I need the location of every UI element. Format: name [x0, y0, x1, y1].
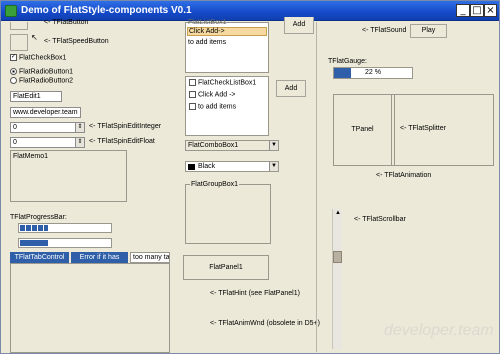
- tpanel: TPanel: [351, 126, 374, 133]
- flat-groupbox: FlatGroupBox1: [185, 181, 271, 244]
- maximize-button[interactable]: □: [470, 4, 484, 17]
- flat-panel-1: FlatPanel1: [183, 255, 269, 280]
- combo-value: FlatComboBox1: [188, 142, 239, 149]
- flat-memo[interactable]: FlatMemo1: [10, 150, 127, 202]
- animwnd-caption: <- TFlatAnimWnd (obsolete in D5+): [210, 320, 320, 327]
- checkbox-icon: [189, 103, 196, 110]
- listbox-item[interactable]: to add items: [188, 39, 226, 46]
- color-swatch-icon: [188, 164, 195, 170]
- flat-button[interactable]: [10, 22, 28, 30]
- flat-radio-2[interactable]: FlatRadioButton2: [10, 77, 73, 84]
- flat-combobox[interactable]: FlatComboBox1 ▼: [185, 140, 279, 151]
- flatbutton-caption: <- TFlatButton: [44, 19, 89, 26]
- checkbox-icon: [189, 91, 196, 98]
- checkbox-label: FlatCheckBox1: [18, 54, 67, 62]
- app-icon: [5, 5, 17, 17]
- add-checklist-button[interactable]: Add: [276, 80, 306, 97]
- scrollbar-caption: <- TFlatScrollbar: [354, 216, 406, 223]
- arrow-up-icon[interactable]: ▲: [335, 210, 341, 216]
- hint-caption: <- TFlatHint (see FlatPanel1): [210, 290, 300, 297]
- radio-empty-icon: [10, 77, 17, 84]
- radio2-label: FlatRadioButton2: [18, 77, 74, 85]
- main-window: Demo of FlatStyle-components V0.1 _ □ × …: [0, 0, 500, 354]
- spin-int-value: 0: [13, 124, 17, 131]
- spin-int-caption: <- TFlatSpinEditInteger: [89, 123, 162, 130]
- column-divider: [316, 22, 317, 352]
- spin-arrows-icon[interactable]: ⇕: [75, 138, 84, 147]
- groupbox-caption: FlatGroupBox1: [190, 181, 240, 188]
- tab-flat-tab-control[interactable]: TFlatTabControl: [10, 252, 69, 263]
- checkbox-check-icon: ✓: [10, 54, 17, 61]
- chevron-down-icon[interactable]: ▼: [269, 141, 278, 150]
- chevron-down-icon[interactable]: ▼: [269, 162, 278, 171]
- checklist-item-3[interactable]: to add items: [189, 103, 236, 110]
- watermark: developer.team: [384, 322, 494, 339]
- window-title: Demo of FlatStyle-components V0.1: [21, 5, 192, 16]
- scrollbar-thumb[interactable]: [333, 251, 342, 263]
- radio-selected-icon: [10, 68, 17, 75]
- spin-edit-integer[interactable]: 0 ⇕: [10, 122, 85, 133]
- memo-text: FlatMemo1: [13, 153, 49, 160]
- spin-float-caption: <- TFlatSpinEditFloat: [89, 138, 155, 145]
- title-bar[interactable]: Demo of FlatStyle-components V0.1 _ □ ×: [1, 1, 499, 21]
- flat-edit-2[interactable]: www.developer.team: [10, 107, 81, 118]
- checklist-item-2[interactable]: Click Add ->: [189, 91, 236, 98]
- spin-edit-float[interactable]: 0 ⇕: [10, 137, 85, 148]
- tab-error[interactable]: Error if it has: [71, 252, 128, 263]
- flat-checkbox[interactable]: ✓ FlatCheckBox1: [10, 54, 66, 61]
- progress-caption: TFlatProgressBar:: [10, 214, 67, 221]
- flat-listbox[interactable]: FlatListBox1 Click Add-> to add items: [185, 19, 269, 73]
- spin-arrows-icon[interactable]: ⇕: [75, 123, 84, 132]
- checklist-item-1[interactable]: FlatCheckListBox1: [189, 79, 256, 86]
- flat-splitter[interactable]: [391, 95, 395, 165]
- close-button[interactable]: ×: [484, 4, 497, 17]
- gauge-text: 22 %: [365, 69, 381, 76]
- spin-float-value: 0: [13, 139, 17, 146]
- speedbutton-caption: <- TFlatSpeedButton: [44, 38, 109, 45]
- add-listbox-button[interactable]: Add: [284, 17, 314, 34]
- radio1-label: FlatRadioButton1: [18, 68, 74, 76]
- sound-caption: <- TFlatSound: [362, 27, 407, 34]
- progress-bar-1: [18, 223, 112, 233]
- progress-bar-2: [18, 238, 112, 248]
- splitter-caption: <- TFlatSplitter: [400, 125, 446, 132]
- checkbox-icon: [189, 79, 196, 86]
- flat-radio-1[interactable]: FlatRadioButton1: [10, 68, 73, 75]
- flat-gauge: 22 %: [333, 67, 413, 79]
- tab-page: [10, 263, 170, 353]
- speed-button[interactable]: [10, 34, 28, 51]
- animation-caption: <- TFlatAnimation: [376, 172, 432, 179]
- client-area: <- TFlatButton ↖ <- TFlatSpeedButton ✓ F…: [4, 17, 496, 353]
- cursor-icon: ↖: [31, 33, 38, 42]
- listbox-item[interactable]: FlatListBox1: [188, 19, 227, 26]
- progress-fill-2: [20, 240, 48, 246]
- progress-fill-1: [20, 225, 48, 231]
- flat-edit-1[interactable]: FlatEdit1: [10, 91, 62, 102]
- tab-strip: TFlatTabControl Error if it has too many…: [10, 252, 170, 263]
- tab-too-many[interactable]: too many tal: [130, 252, 170, 263]
- flat-checklistbox[interactable]: FlatCheckListBox1 Click Add -> to add it…: [185, 76, 269, 136]
- panel-container: TPanel <- TFlatSplitter: [333, 94, 494, 166]
- play-button[interactable]: Play: [410, 24, 447, 38]
- listbox-item-selected[interactable]: Click Add->: [187, 27, 267, 36]
- minimize-button[interactable]: _: [456, 4, 470, 17]
- color-combo-value: Black: [198, 163, 216, 170]
- color-combobox[interactable]: Black ▼: [185, 161, 279, 172]
- gauge-caption: TFlatGauge:: [328, 58, 367, 65]
- flat-scrollbar[interactable]: ▲: [332, 209, 342, 349]
